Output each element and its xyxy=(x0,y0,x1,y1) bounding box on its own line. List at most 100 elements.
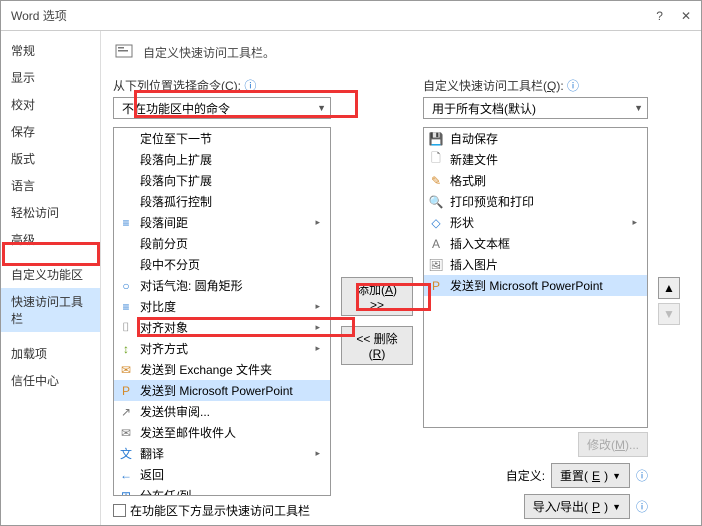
qat-label: 自定义快速访问工具栏(Q): ⓘ xyxy=(423,77,648,94)
commands-list-item[interactable]: ⌷对齐对象 xyxy=(114,317,330,338)
sidebar-item-10[interactable]: 加载项 xyxy=(1,340,100,367)
panels: 从下列位置选择命令(C): ⓘ 不在功能区中的命令 ▼ 定位至下一节段落向上扩展… xyxy=(113,77,689,519)
sidebar-item-2[interactable]: 校对 xyxy=(1,91,100,118)
custom-label: 自定义: xyxy=(506,467,545,484)
command-icon: ⌷ xyxy=(118,320,134,336)
command-label: 打印预览和打印 xyxy=(450,193,534,210)
qat-list-item[interactable]: 🗋 新建文件 xyxy=(424,149,647,170)
command-icon: 🔍 xyxy=(428,194,444,210)
command-icon: 🗋 xyxy=(428,152,444,168)
qat-list-item[interactable]: A插入文本框 xyxy=(424,233,647,254)
commands-list-item[interactable]: 段前分页 xyxy=(114,233,330,254)
titlebar-buttons: ? ✕ xyxy=(656,9,691,23)
commands-list-item[interactable]: ↕ 对齐方式 xyxy=(114,338,330,359)
word-options-dialog: Word 选项 ? ✕ 常规显示校对保存版式语言轻松访问高级自定义功能区快速访问… xyxy=(0,0,702,526)
qat-list-item[interactable]: ✎格式刷 xyxy=(424,170,647,191)
chevron-down-icon: ▼ xyxy=(317,103,326,113)
sidebar-item-4[interactable]: 版式 xyxy=(1,145,100,172)
qat-list-item[interactable]: ◇形状 xyxy=(424,212,647,233)
move-down-button[interactable]: ▼ xyxy=(658,303,680,325)
commands-list-item[interactable]: ↗发送供审阅... xyxy=(114,401,330,422)
commands-list-item[interactable]: ○ 对话气泡: 圆角矩形 xyxy=(114,275,330,296)
commands-list-item[interactable]: 段落孤行控制 xyxy=(114,191,330,212)
command-icon: P xyxy=(118,383,134,399)
reset-row: 自定义: 重置(E)▼ ⓘ xyxy=(506,463,648,488)
commands-list-item[interactable]: ≡对比度 xyxy=(114,296,330,317)
command-icon xyxy=(118,152,134,168)
sidebar-item-3[interactable]: 保存 xyxy=(1,118,100,145)
commands-source-combo[interactable]: 不在功能区中的命令 ▼ xyxy=(113,97,331,119)
command-icon xyxy=(118,236,134,252)
main-panel: 自定义快速访问工具栏。 从下列位置选择命令(C): ⓘ 不在功能区中的命令 ▼ … xyxy=(101,31,701,525)
qat-listbox[interactable]: 💾自动保存 🗋 新建文件 ✎格式刷 🔍 打印预览和打印 ◇形状A插入文本框🖼插入图片P发送到… xyxy=(423,127,648,428)
command-icon: P xyxy=(428,278,444,294)
command-icon xyxy=(118,131,134,147)
commands-list-item[interactable]: ← 返回 xyxy=(114,464,330,485)
command-label: 新建文件 xyxy=(450,151,498,168)
transfer-buttons: 添加(A) >> << 删除(R) xyxy=(341,77,413,519)
add-button[interactable]: 添加(A) >> xyxy=(341,277,413,316)
command-label: 对齐方式 xyxy=(140,340,188,357)
commands-column: 从下列位置选择命令(C): ⓘ 不在功能区中的命令 ▼ 定位至下一节段落向上扩展… xyxy=(113,77,331,519)
command-label: 段落向下扩展 xyxy=(140,172,212,189)
command-label: 插入图片 xyxy=(450,256,498,273)
command-icon: A xyxy=(428,236,444,252)
qat-list-item[interactable]: P发送到 Microsoft PowerPoint xyxy=(424,275,647,296)
close-icon[interactable]: ✕ xyxy=(681,9,691,23)
command-icon: 文 xyxy=(118,446,134,462)
command-icon: ○ xyxy=(118,278,134,294)
qat-scope-value: 用于所有文档(默认) xyxy=(432,100,536,117)
command-icon xyxy=(118,173,134,189)
commands-list-item[interactable]: ✉发送到 Exchange 文件夹 xyxy=(114,359,330,380)
sidebar-item-5[interactable]: 语言 xyxy=(1,172,100,199)
sidebar-item-1[interactable]: 显示 xyxy=(1,64,100,91)
commands-list-item[interactable]: 段落向下扩展 xyxy=(114,170,330,191)
import-row: 导入/导出(P)▼ ⓘ xyxy=(524,494,648,519)
commands-label: 从下列位置选择命令(C): ⓘ xyxy=(113,77,331,94)
remove-button[interactable]: << 删除(R) xyxy=(341,326,413,365)
command-label: 返回 xyxy=(140,466,164,483)
main-header: 自定义快速访问工具栏。 xyxy=(113,41,689,63)
command-icon: ↕ xyxy=(118,341,134,357)
command-icon: ≡ xyxy=(118,299,134,315)
command-label: 翻译 xyxy=(140,445,164,462)
show-below-ribbon-checkbox[interactable] xyxy=(113,504,126,517)
commands-source-value: 不在功能区中的命令 xyxy=(122,100,230,117)
qat-list-item[interactable]: 💾自动保存 xyxy=(424,128,647,149)
commands-list-item[interactable]: ✉发送至邮件收件人 xyxy=(114,422,330,443)
sidebar-item-11[interactable]: 信任中心 xyxy=(1,367,100,394)
sidebar-item-8[interactable]: 自定义功能区 xyxy=(1,261,100,288)
dialog-title: Word 选项 xyxy=(11,7,67,24)
command-label: 定位至下一节 xyxy=(140,130,212,147)
sidebar-item-0[interactable]: 常规 xyxy=(1,37,100,64)
commands-list-item[interactable]: 段落向上扩展 xyxy=(114,149,330,170)
import-export-button[interactable]: 导入/导出(P)▼ xyxy=(524,494,630,519)
commands-list-item[interactable]: ⊞分布任/列 xyxy=(114,485,330,496)
command-label: 分布任/列 xyxy=(140,487,191,496)
qat-list-item[interactable]: 🖼插入图片 xyxy=(424,254,647,275)
command-label: 对话气泡: 圆角矩形 xyxy=(140,277,243,294)
commands-list-item[interactable]: P发送到 Microsoft PowerPoint xyxy=(114,380,330,401)
reset-button[interactable]: 重置(E)▼ xyxy=(551,463,630,488)
move-up-button[interactable]: ▲ xyxy=(658,277,680,299)
help-icon[interactable]: ? xyxy=(656,9,663,23)
qat-scope-combo[interactable]: 用于所有文档(默认) ▼ xyxy=(423,97,648,119)
sidebar-item-9[interactable]: 快速访问工具栏 xyxy=(1,288,100,332)
commands-listbox[interactable]: 定位至下一节段落向上扩展段落向下扩展段落孤行控制≡段落间距段前分页段中不分页 ○ 对… xyxy=(113,127,331,496)
sidebar-item-7[interactable]: 高级 xyxy=(1,226,100,253)
command-label: 段中不分页 xyxy=(140,256,200,273)
command-icon xyxy=(118,257,134,273)
commands-list-item[interactable]: 文翻译 xyxy=(114,443,330,464)
sidebar-item-6[interactable]: 轻松访问 xyxy=(1,199,100,226)
commands-list-item[interactable]: 段中不分页 xyxy=(114,254,330,275)
below-qat-controls: 修改(M)... 自定义: 重置(E)▼ ⓘ 导入/导出(P)▼ xyxy=(423,432,648,519)
command-label: 格式刷 xyxy=(450,172,486,189)
qat-icon xyxy=(113,41,135,63)
commands-list-item[interactable]: ≡段落间距 xyxy=(114,212,330,233)
command-icon: ← xyxy=(118,467,134,483)
command-icon: 💾 xyxy=(428,131,444,147)
modify-button[interactable]: 修改(M)... xyxy=(578,432,648,457)
qat-list-item[interactable]: 🔍 打印预览和打印 xyxy=(424,191,647,212)
command-icon xyxy=(118,194,134,210)
commands-list-item[interactable]: 定位至下一节 xyxy=(114,128,330,149)
